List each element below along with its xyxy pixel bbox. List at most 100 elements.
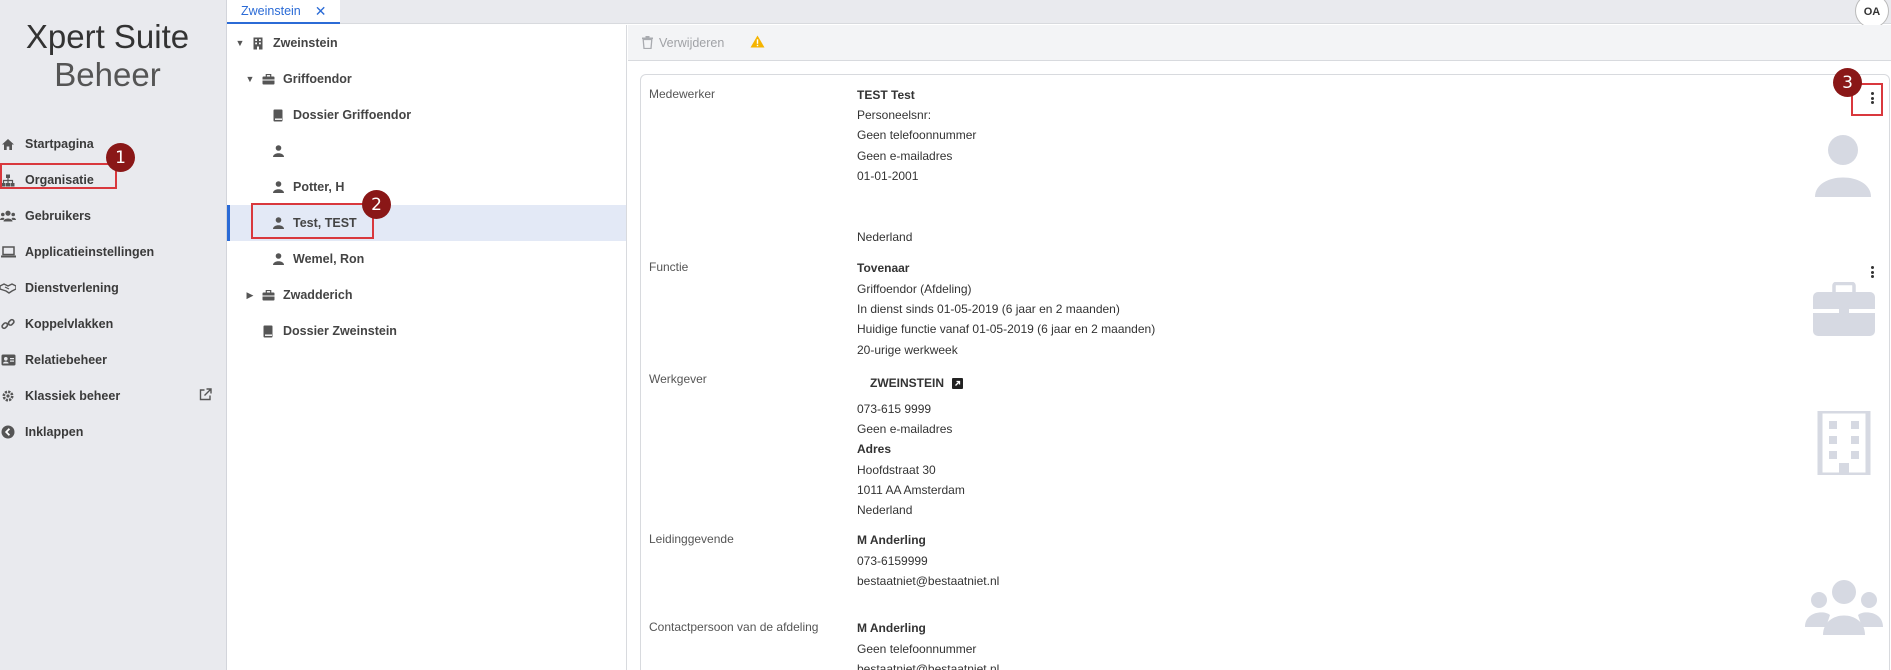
- callout-2: 2: [362, 190, 391, 219]
- functie-department: Griffoendor (Afdeling): [857, 282, 972, 296]
- building-icon: [1815, 408, 1873, 478]
- id-card-icon: [0, 352, 16, 368]
- book-icon: [271, 108, 285, 122]
- tree-node-dossier-griffoendor[interactable]: Dossier Griffoendor: [227, 97, 626, 133]
- sidebar-item-label: Gebruikers: [25, 209, 92, 223]
- contactpersoon-label: Contactpersoon van de afdeling: [649, 620, 819, 634]
- tree-node-wemel[interactable]: Wemel, Ron: [227, 241, 626, 277]
- sidebar-item-applicatieinstellingen[interactable]: Applicatieinstellingen: [0, 234, 227, 270]
- werkgever-country: Nederland: [857, 503, 913, 517]
- tree-node-dossier-zweinstein[interactable]: Dossier Zweinstein: [227, 313, 626, 349]
- avatar[interactable]: OA: [1855, 0, 1889, 28]
- link-icon: [0, 316, 16, 332]
- sidebar-item-label: Startpagina: [25, 137, 94, 151]
- werkgever-email: Geen e-mailadres: [857, 422, 953, 436]
- user-icon: [271, 144, 285, 158]
- trash-icon: [642, 36, 653, 49]
- functie-in-dienst: In dienst sinds 01-05-2019 (6 jaar en 2 …: [857, 302, 1120, 316]
- werkgever-city: 1011 AA Amsterdam: [857, 483, 965, 497]
- sidebar-item-gebruikers[interactable]: Gebruikers: [0, 198, 227, 234]
- sidebar-item-koppelvlakken[interactable]: Koppelvlakken: [0, 306, 227, 342]
- medewerker-date: 01-01-2001: [857, 169, 919, 183]
- gear-icon: [0, 388, 16, 404]
- sidebar-item-label: Relatiebeheer: [25, 353, 107, 367]
- building-icon: [251, 36, 265, 50]
- caret-down-icon[interactable]: ▼: [235, 38, 245, 48]
- leidinggevende-phone: 073-6159999: [857, 554, 928, 568]
- detail-card: Medewerker TEST Test Personeelsnr: Geen …: [640, 74, 1890, 670]
- sidebar-item-inklappen[interactable]: Inklappen: [0, 414, 227, 450]
- werkgever-link[interactable]: ZWEINSTEIN: [870, 375, 963, 391]
- tree-node-label: Zwadderich: [283, 288, 353, 302]
- tree-node-label: Dossier Griffoendor: [293, 108, 412, 122]
- caret-down-icon[interactable]: ▼: [245, 74, 255, 84]
- tree-node-label: Zweinstein: [273, 36, 338, 50]
- external-link-icon[interactable]: [199, 388, 212, 404]
- werkgever-address-label: Adres: [857, 442, 892, 456]
- callout-3: 3: [1833, 68, 1862, 97]
- sidebar-item-dienstverlening[interactable]: Dienstverlening: [0, 270, 227, 306]
- tree-node-label: Potter, H: [293, 180, 345, 194]
- werkgever-street: Hoofdstraat 30: [857, 463, 936, 477]
- werkgever-label: Werkgever: [649, 372, 707, 386]
- caret-right-icon[interactable]: ▶: [245, 290, 255, 301]
- werkgever-name: ZWEINSTEIN: [870, 376, 944, 390]
- briefcase-icon: [261, 288, 275, 302]
- tree-node-zwadderich[interactable]: ▶ Zwadderich: [227, 277, 626, 313]
- app-subtitle: Beheer: [54, 56, 161, 93]
- medewerker-personeelsnr: Personeelsnr:: [857, 108, 932, 122]
- contactpersoon-name: M Anderling: [857, 621, 926, 635]
- callout-1: 1: [106, 143, 135, 172]
- tree-node-label: Wemel, Ron: [293, 252, 365, 266]
- close-icon[interactable]: ✕: [315, 3, 327, 20]
- sidebar-item-label: Inklappen: [25, 425, 84, 439]
- app-title: Xpert Suite: [25, 18, 190, 55]
- leidinggevende-email: bestaatniet@bestaatniet.nl: [857, 574, 1000, 588]
- sidebar-item-klassiek-beheer[interactable]: Klassiek beheer: [0, 378, 227, 414]
- tab-label: Zweinstein: [241, 4, 301, 18]
- warning-icon[interactable]: [750, 35, 765, 51]
- briefcase-icon: [1813, 281, 1875, 339]
- highlight-test-node: [251, 203, 374, 239]
- tab-zweinstein[interactable]: Zweinstein ✕: [227, 0, 341, 24]
- sidebar-item-label: Koppelvlakken: [25, 317, 114, 331]
- users-icon: [1805, 579, 1883, 638]
- tree-node-unnamed-user[interactable]: [227, 133, 626, 169]
- functie-huidige: Huidige functie vanaf 01-05-2019 (6 jaar…: [857, 322, 1156, 336]
- sidebar: Xpert Suite Beheer Startpagina Organisat…: [0, 0, 227, 670]
- medewerker-country: Nederland: [857, 230, 913, 244]
- functie-title: Tovenaar: [857, 261, 910, 275]
- sidebar-item-label: Klassiek beheer: [25, 389, 121, 403]
- contactpersoon-phone: Geen telefoonnummer: [857, 642, 977, 656]
- medewerker-email: Geen e-mailadres: [857, 149, 953, 163]
- detail-toolbar: Verwijderen: [628, 25, 1891, 61]
- tree-node-zweinstein[interactable]: ▼ Zweinstein: [227, 25, 626, 61]
- sidebar-item-relatiebeheer[interactable]: Relatiebeheer: [0, 342, 227, 378]
- tab-bar: Zweinstein ✕ OA: [227, 0, 1891, 28]
- handshake-icon: [0, 280, 16, 296]
- delete-label: Verwijderen: [659, 35, 725, 50]
- tree-node-label: Griffoendor: [283, 72, 352, 86]
- functie-hours: 20-urige werkweek: [857, 343, 958, 357]
- tree-node-label: Dossier Zweinstein: [283, 324, 397, 338]
- user-icon: [271, 180, 285, 194]
- werkgever-phone: 073-615 9999: [857, 402, 932, 416]
- contactpersoon-email: bestaatniet@bestaatniet.nl: [857, 662, 1000, 670]
- delete-button[interactable]: Verwijderen: [642, 36, 724, 50]
- users-icon: [0, 208, 16, 224]
- tree-node-potter[interactable]: Potter, H: [227, 169, 626, 205]
- sidebar-item-label: Applicatieinstellingen: [25, 245, 155, 259]
- sidebar-item-label: Dienstverlening: [25, 281, 119, 295]
- book-icon: [261, 324, 275, 338]
- highlight-organisatie: [0, 163, 117, 189]
- chevron-left-circle-icon: [0, 424, 16, 440]
- functie-menu-button[interactable]: [1867, 264, 1877, 280]
- tree-node-griffoendor[interactable]: ▼ Griffoendor: [227, 61, 626, 97]
- medewerker-phone: Geen telefoonnummer: [857, 128, 977, 142]
- leidinggevende-label: Leidinggevende: [649, 532, 734, 546]
- medewerker-name: TEST Test: [857, 88, 915, 102]
- user-icon: [271, 252, 285, 266]
- organisation-tree: ▼ Zweinstein ▼ Griffoendor Dossier Griff…: [227, 25, 627, 670]
- laptop-icon: [0, 244, 16, 260]
- open-external-icon: [952, 377, 963, 389]
